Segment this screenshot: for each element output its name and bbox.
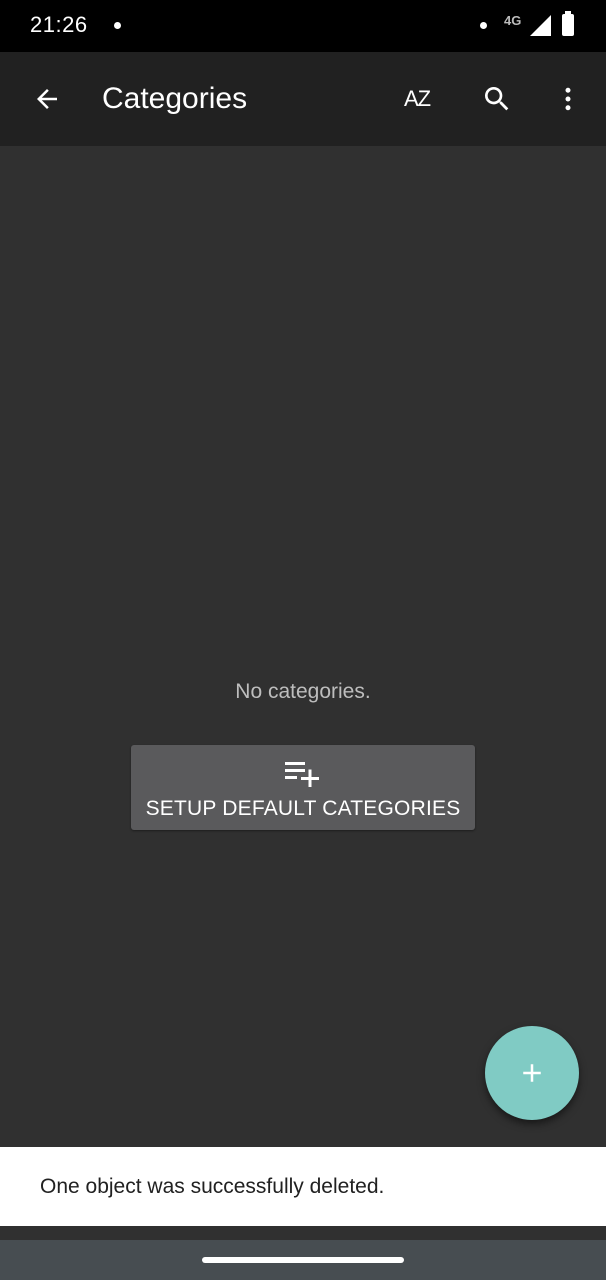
gesture-handle[interactable] <box>202 1257 404 1263</box>
snackbar-message: One object was successfully deleted. <box>40 1175 385 1198</box>
sort-label: AZ <box>403 86 431 111</box>
status-dot-icon <box>480 22 487 29</box>
arrow-left-icon <box>37 89 57 109</box>
overflow-menu-button[interactable] <box>545 76 591 122</box>
more-vert-icon <box>565 87 571 111</box>
empty-state-message: No categories. <box>235 680 371 703</box>
add-category-fab[interactable] <box>485 1026 579 1120</box>
network-type: 4G <box>504 13 522 28</box>
sort-alphabetical-icon: AZ <box>403 86 431 112</box>
status-time: 21:26 <box>30 12 88 37</box>
signal-icon <box>530 15 551 36</box>
plus-icon <box>523 1064 541 1082</box>
search-icon <box>485 87 509 111</box>
snackbar: One object was successfully deleted. <box>0 1147 606 1226</box>
back-button[interactable] <box>24 76 70 122</box>
setup-default-categories-button[interactable]: SETUP DEFAULT CATEGORIES <box>131 745 475 830</box>
playlist-add-icon <box>285 762 319 787</box>
sort-button[interactable]: AZ <box>394 76 440 122</box>
search-button[interactable] <box>474 76 520 122</box>
page-title: Categories <box>102 82 248 115</box>
battery-icon <box>562 11 574 36</box>
app-bar: Categories AZ <box>0 52 606 146</box>
status-bar: 21:26 4G <box>0 0 606 52</box>
notification-dot-icon <box>114 22 121 29</box>
screen: 21:26 4G Categories AZ No categories. SE… <box>0 0 606 1280</box>
setup-button-label: SETUP DEFAULT CATEGORIES <box>145 797 461 820</box>
navigation-bar <box>0 1240 606 1280</box>
